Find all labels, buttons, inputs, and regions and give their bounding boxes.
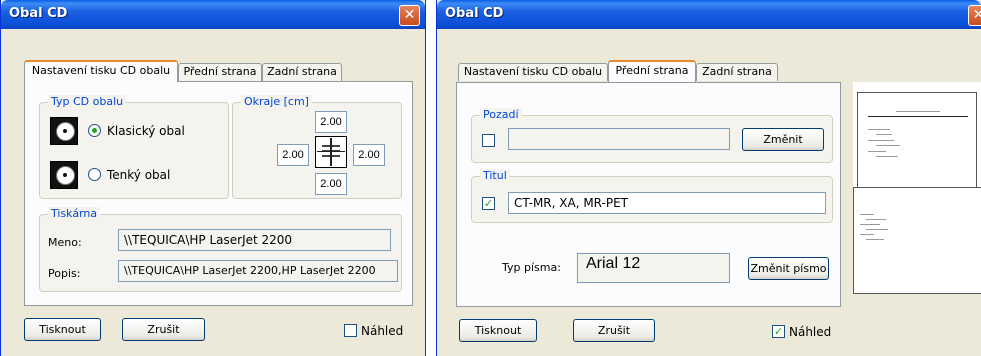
- cd-slim-case-icon: [50, 161, 78, 189]
- title-input[interactable]: [508, 192, 826, 214]
- cd-case-icon: [50, 117, 78, 145]
- background-path-field[interactable]: [508, 128, 730, 150]
- tab-panel: Pozadí Změnit Titul ✓ Typ písma: Arial 1…: [456, 82, 841, 307]
- margins-icon: [315, 136, 347, 168]
- margin-left-input[interactable]: [277, 144, 309, 166]
- check-icon: ✓: [773, 325, 784, 338]
- tab-panel: Typ CD obalu Klasický obal Tenký obal Ok…: [24, 81, 413, 306]
- preview-label: Náhled: [361, 324, 404, 338]
- margin-right-input[interactable]: [353, 144, 385, 166]
- margin-bottom-input[interactable]: [315, 173, 347, 195]
- classic-case-radio[interactable]: [88, 124, 101, 137]
- preview-checkbox[interactable]: [344, 324, 357, 337]
- change-font-button[interactable]: Změnit písmo: [748, 257, 829, 280]
- preview-checkbox[interactable]: ✓: [772, 325, 785, 338]
- font-type-field: Arial 12: [577, 253, 730, 283]
- margins-group: Okraje [cm]: [232, 95, 402, 199]
- classic-case-label: Klasický obal: [107, 124, 185, 138]
- cover-type-label: Typ CD obalu: [48, 95, 127, 108]
- cancel-button[interactable]: Zrušit: [573, 319, 655, 342]
- tab-back-side[interactable]: Zadní strana: [696, 63, 778, 81]
- title-bar[interactable]: Obal CD ✕: [1, 0, 425, 29]
- preview-front-page: [857, 92, 977, 194]
- tab-front-side[interactable]: Přední strana: [178, 63, 262, 81]
- printer-name-label: Meno:: [48, 236, 82, 249]
- preview-area: [853, 82, 981, 294]
- slim-case-label: Tenký obal: [107, 168, 171, 182]
- title-group: Titul ✓: [471, 169, 833, 223]
- title-group-label: Titul: [480, 169, 510, 182]
- tab-print-settings[interactable]: Nastavení tisku CD obalu: [24, 60, 178, 82]
- print-button[interactable]: Tisknout: [24, 318, 101, 341]
- change-background-button[interactable]: Změnit: [742, 128, 824, 151]
- printer-description-field: \\TEQUICA\HP LaserJet 2200,HP LaserJet 2…: [118, 260, 398, 282]
- close-button[interactable]: ✕: [399, 5, 420, 26]
- title-bar[interactable]: Obal CD ✕: [437, 0, 981, 29]
- preview-label: Náhled: [789, 325, 832, 339]
- tab-strip: Nastavení tisku CD obalu Přední strana Z…: [458, 60, 788, 82]
- cover-type-group: Typ CD obalu Klasický obal Tenký obal: [39, 95, 229, 199]
- slim-case-radio[interactable]: [88, 168, 101, 181]
- background-group: Pozadí Změnit: [471, 108, 833, 163]
- cd-cover-settings-window: Obal CD ✕ Nastavení tisku CD obalu Předn…: [0, 0, 426, 356]
- printer-description-label: Popis:: [48, 267, 81, 280]
- background-label: Pozadí: [480, 108, 522, 121]
- print-button[interactable]: Tisknout: [459, 319, 537, 342]
- printer-group: Tiskárna Meno: \\TEQUICA\HP LaserJet 220…: [39, 207, 402, 292]
- cd-cover-front-window: Obal CD ✕ Nastavení tisku CD obalu Předn…: [436, 0, 981, 356]
- font-type-label: Typ písma:: [502, 261, 561, 274]
- close-button[interactable]: ✕: [968, 5, 981, 26]
- window-title: Obal CD: [445, 6, 504, 21]
- close-icon: ✕: [973, 7, 981, 23]
- close-icon: ✕: [403, 7, 416, 23]
- window-title: Obal CD: [9, 6, 68, 21]
- margin-top-input[interactable]: [315, 111, 347, 133]
- margins-label: Okraje [cm]: [241, 95, 312, 108]
- title-checkbox[interactable]: ✓: [482, 197, 495, 210]
- check-icon: ✓: [483, 197, 494, 210]
- printer-name-field: \\TEQUICA\HP LaserJet 2200: [118, 229, 391, 251]
- cancel-button[interactable]: Zrušit: [122, 318, 205, 341]
- background-checkbox[interactable]: [482, 134, 495, 147]
- printer-label: Tiskárna: [48, 207, 101, 220]
- tab-print-settings[interactable]: Nastavení tisku CD obalu: [458, 63, 608, 81]
- tab-front-side[interactable]: Přední strana: [608, 60, 696, 82]
- tab-back-side[interactable]: Zadní strana: [262, 63, 342, 81]
- tab-strip: Nastavení tisku CD obalu Přední strana Z…: [24, 60, 344, 82]
- preview-back-page: [853, 187, 981, 294]
